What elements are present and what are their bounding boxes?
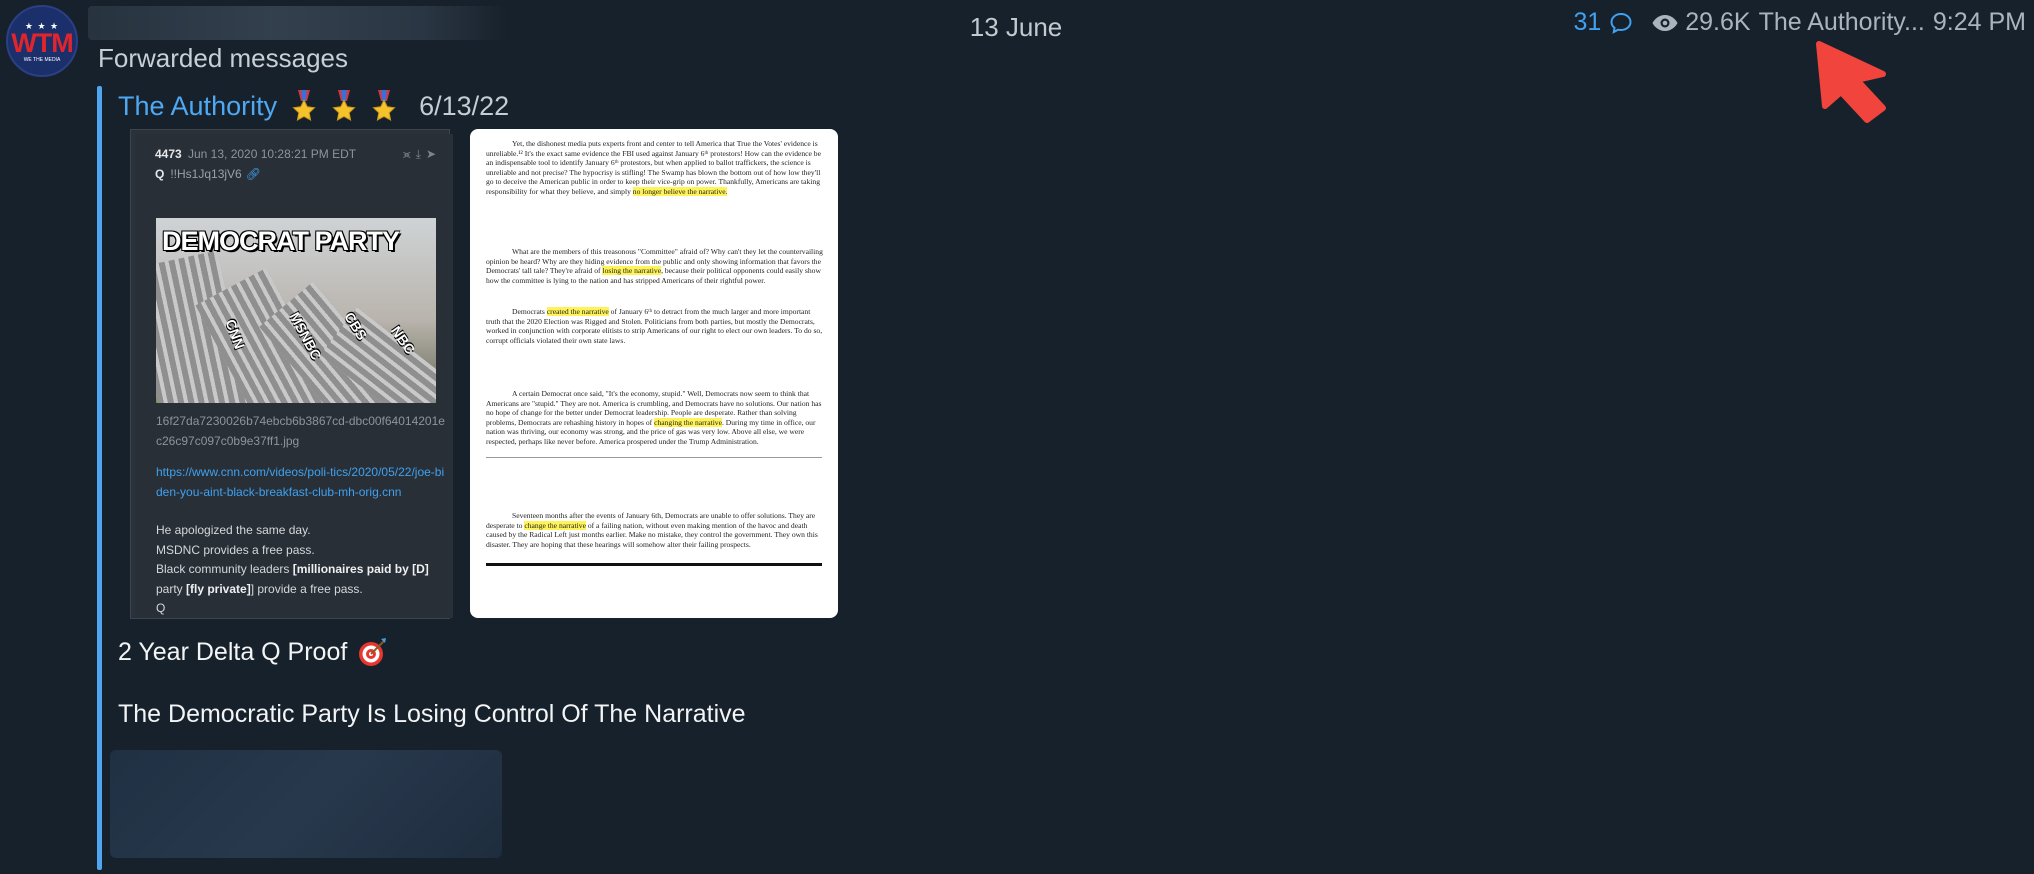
red-pointer-arrow: [1816, 41, 1886, 123]
direct-hit-target-icon: [359, 638, 387, 666]
meme-image: DEMOCRAT PARTY CNN MSNBC CBS NBC: [156, 218, 436, 403]
doc-text: Democrats: [512, 307, 547, 316]
image-filename: 16f27da7230026b74ebcb6b3867cd-dbc00f6401…: [156, 414, 445, 448]
author-signature: The Authority...: [1758, 8, 1925, 36]
post-bold-run: [fly private]: [186, 581, 251, 596]
post-username: Q: [155, 167, 165, 181]
doc-paragraph: A certain Democrat once said, "It's the …: [486, 389, 826, 447]
post-text-run: ] provide a free pass.: [250, 581, 363, 596]
post-line: Black community leaders [millionaires pa…: [156, 560, 451, 580]
post-user: Q !!Hs1Jq13jV6 🔗︎: [155, 167, 261, 181]
doc-paragraph: Yet, the dishonest media puts experts fr…: [486, 139, 826, 197]
comment-bubble-icon[interactable]: [1609, 12, 1633, 34]
doc-divider: [486, 457, 822, 458]
post-action-icons: ⪤⤓➤: [403, 147, 441, 162]
doc-end-rule: [486, 563, 822, 566]
message-time: 9:24 PM: [1932, 8, 2026, 36]
medal-icon: [292, 90, 316, 121]
post-signature: Q: [156, 601, 166, 615]
doc-highlight: no longer believe the narrative.: [632, 186, 728, 196]
post-bold-run: [millionaires paid by [D]: [292, 562, 429, 576]
caption-line-1: 2 Year Delta Q Proof: [118, 636, 389, 668]
post-line: party [fly private]] provide a free pass…: [156, 580, 451, 600]
date-separator: 13 June: [969, 12, 1063, 42]
message-meta: 31 29.6K The Authority... 9:24 PM: [1573, 8, 2026, 37]
doc-highlight: losing the narrative: [602, 266, 662, 276]
forwarded-label: Forwarded messages: [98, 43, 348, 73]
doc-highlight: created the narrative: [546, 307, 609, 316]
post-number: 4473: [155, 147, 182, 161]
forwarded-from: The Authority 6/13/22: [118, 90, 509, 122]
share-icon: ⪤: [402, 147, 416, 161]
avatar-logo-text: WTM: [11, 28, 73, 58]
caption-line-2: The Democratic Party Is Losing Control O…: [118, 700, 746, 728]
channel-avatar[interactable]: ★ ★ ★ WTM WE THE MEDIA: [6, 5, 78, 77]
redacted-link-preview[interactable]: [110, 750, 502, 858]
avatar-logo-subtext: WE THE MEDIA: [23, 57, 61, 63]
forward-date: 6/13/22: [419, 90, 510, 121]
doc-paragraph: Seventeen months after the events of Jan…: [486, 511, 826, 549]
post-line: He apologized the same day.: [156, 523, 311, 537]
medal-icon: [332, 90, 356, 121]
post-tripcode: !!Hs1Jq13jV6: [170, 167, 242, 181]
reply-count[interactable]: 31: [1573, 8, 1601, 37]
chain-link-icon: 🔗︎: [245, 167, 261, 181]
post-text-run: Black community leaders: [156, 562, 293, 576]
doc-paragraph: What are the members of this treasonous …: [486, 247, 826, 285]
view-count: 29.6K: [1685, 8, 1751, 36]
download-icon: ⤓: [415, 147, 426, 161]
redacted-channel-name: [88, 6, 508, 40]
q-post-card: 4473 Jun 13, 2020 10:28:21 PM EDT ⪤⤓➤ Q!…: [135, 134, 453, 618]
forward-author-name[interactable]: The Authority: [118, 91, 277, 122]
doc-highlight: change the narrative: [524, 520, 586, 530]
link-out-icon: ➤: [425, 147, 441, 161]
post-url: https://www.cnn.com/videos/poli-tics/202…: [156, 465, 445, 499]
doc-paragraph: Democrats created the narrative of Janua…: [486, 307, 826, 345]
eye-icon: [1652, 14, 1678, 31]
q-post-image[interactable]: 4473 Jun 13, 2020 10:28:21 PM EDT ⪤⤓➤ Q!…: [130, 129, 453, 619]
post-body: He apologized the same day. MSDNC provid…: [156, 521, 451, 619]
post-text-run: party: [156, 581, 187, 596]
caption-text: 2 Year Delta Q Proof: [118, 637, 348, 666]
statement-document-image[interactable]: Yet, the dishonest media puts experts fr…: [470, 129, 838, 618]
meme-title: DEMOCRAT PARTY: [162, 226, 400, 256]
doc-highlight: changing the narrative: [654, 417, 722, 427]
forward-quote-bar: [97, 86, 102, 870]
post-date: Jun 13, 2020 10:28:21 PM EDT: [188, 147, 357, 161]
medal-icon: [372, 90, 396, 121]
post-line: MSDNC provides a free pass.: [156, 542, 315, 557]
